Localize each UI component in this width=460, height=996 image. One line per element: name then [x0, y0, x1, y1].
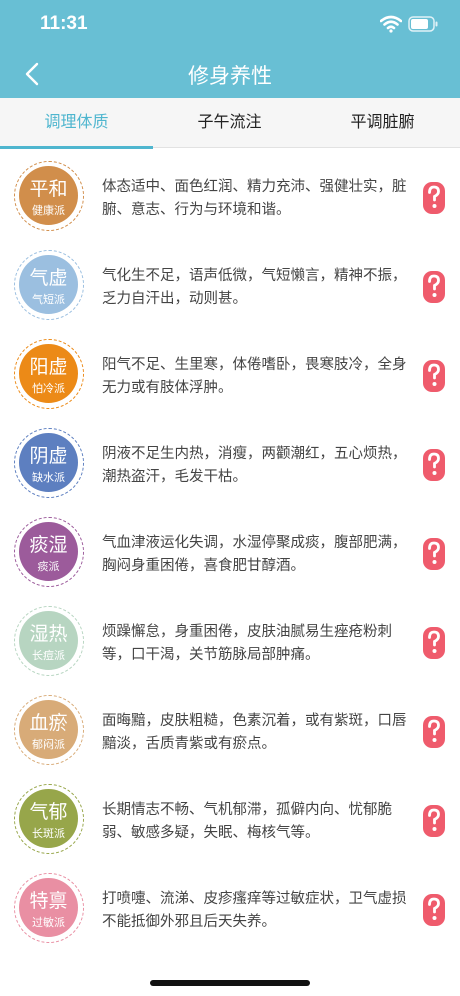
- status-time: 11:31: [40, 13, 88, 34]
- badge-ring: 特禀 过敏派: [14, 873, 84, 943]
- tab-label: 子午流注: [197, 112, 262, 131]
- tab-label: 平调脏腑: [350, 112, 415, 131]
- list-item[interactable]: 血瘀郁闷派 面晦黯，皮肤粗糙，色素沉着，或有紫斑，口唇黯淡，舌质青紫或有瘀点。: [0, 682, 460, 771]
- question-icon[interactable]: [422, 804, 446, 838]
- wifi-icon: [380, 15, 402, 33]
- item-description: 长期情志不畅、气机郁滞，孤僻内向、忧郁脆弱、敏感多疑，失眠、梅核气等。: [102, 802, 392, 841]
- status-bar: 11:31: [0, 0, 460, 50]
- item-description: 阳气不足、生里寒，体倦嗜卧，畏寒肢冷，全身无力或有肢体浮肿。: [102, 357, 407, 396]
- item-description: 阴液不足生内热，消瘦，两颧潮红，五心烦热，潮热盗汗，毛发干枯。: [102, 446, 407, 485]
- constitution-badge: 特禀 过敏派: [19, 878, 78, 937]
- list-item[interactable]: 特禀过敏派 打喷嚏、流涕、皮疹瘙痒等过敏症状，卫气虚损不能抵御外邪且后天失养。: [0, 860, 460, 949]
- question-icon[interactable]: [422, 359, 446, 393]
- badge-title: 平和: [29, 178, 68, 200]
- badge-subtitle: 痰派: [37, 560, 60, 573]
- badge-ring: 阴虚 缺水派: [14, 428, 84, 498]
- list-item[interactable]: 痰湿痰派 气血津液运化失调，水湿停聚成痰，腹部肥满，胸闷身重困倦，喜食肥甘醇酒。: [0, 504, 460, 593]
- badge-title: 气虚: [29, 267, 68, 289]
- badge-title: 气郁: [29, 801, 68, 823]
- question-icon[interactable]: [422, 181, 446, 215]
- badge-title: 痰湿: [29, 534, 68, 556]
- constitution-badge: 阳虚 怕冷派: [19, 344, 78, 403]
- question-icon[interactable]: [422, 537, 446, 571]
- badge-ring: 血瘀 郁闷派: [14, 695, 84, 765]
- constitution-badge: 平和 健康派: [19, 166, 78, 225]
- badge-title: 湿热: [29, 623, 68, 645]
- item-description: 烦躁懈怠，身重困倦，皮肤油腻易生痤疮粉刺等，口干渴，关节筋脉局部肿痛。: [102, 624, 392, 663]
- list-item[interactable]: 气虚气短派 气化生不足，语声低微，气短懒言，精神不振，乏力自汗出，动则甚。: [0, 237, 460, 326]
- list-item[interactable]: 气郁长斑派 长期情志不畅、气机郁滞，孤僻内向、忧郁脆弱、敏感多疑，失眠、梅核气等…: [0, 771, 460, 860]
- badge-subtitle: 长痘派: [32, 649, 65, 662]
- constitution-badge: 湿热 长痘派: [19, 611, 78, 670]
- question-icon[interactable]: [422, 270, 446, 304]
- badge-ring: 气虚 气短派: [14, 250, 84, 320]
- badge-ring: 阳虚 怕冷派: [14, 339, 84, 409]
- item-description: 气化生不足，语声低微，气短懒言，精神不振，乏力自汗出，动则甚。: [102, 268, 407, 307]
- constitution-badge: 阴虚 缺水派: [19, 433, 78, 492]
- list-item[interactable]: 平和健康派 体态适中、面色红润、精力充沛、强健壮实，脏腑、意志、行为与环境和谐。: [0, 148, 460, 237]
- badge-ring: 气郁 长斑派: [14, 784, 84, 854]
- tab-balance-organs[interactable]: 平调脏腑: [306, 98, 459, 148]
- battery-icon: [408, 16, 438, 32]
- badge-subtitle: 郁闷派: [32, 738, 65, 751]
- tab-adjust-constitution[interactable]: 调理体质: [0, 98, 153, 149]
- constitution-badge: 气虚 气短派: [19, 255, 78, 314]
- badge-ring: 湿热 长痘派: [14, 606, 84, 676]
- badge-title: 血瘀: [29, 712, 68, 734]
- list-item[interactable]: 湿热长痘派 烦躁懈怠，身重困倦，皮肤油腻易生痤疮粉刺等，口干渴，关节筋脉局部肿痛…: [0, 593, 460, 682]
- badge-subtitle: 怕冷派: [32, 382, 65, 395]
- list-item[interactable]: 阳虚怕冷派 阳气不足、生里寒，体倦嗜卧，畏寒肢冷，全身无力或有肢体浮肿。: [0, 326, 460, 415]
- question-icon[interactable]: [422, 715, 446, 749]
- header-bar: 11:31 修身养性: [0, 0, 460, 98]
- list-item[interactable]: 阴虚缺水派 阴液不足生内热，消瘦，两颧潮红，五心烦热，潮热盗汗，毛发干枯。: [0, 415, 460, 504]
- item-description: 面晦黯，皮肤粗糙，色素沉着，或有紫斑，口唇黯淡，舌质青紫或有瘀点。: [102, 713, 407, 752]
- badge-subtitle: 缺水派: [32, 471, 65, 484]
- item-description: 体态适中、面色红润、精力充沛、强健壮实，脏腑、意志、行为与环境和谐。: [102, 179, 407, 218]
- question-icon[interactable]: [422, 893, 446, 927]
- constitution-badge: 气郁 长斑派: [19, 789, 78, 848]
- question-icon[interactable]: [422, 448, 446, 482]
- badge-subtitle: 过敏派: [32, 916, 65, 929]
- badge-subtitle: 长斑派: [32, 827, 65, 840]
- tab-bar: 调理体质 子午流注 平调脏腑: [0, 98, 460, 149]
- badge-subtitle: 气短派: [32, 293, 65, 306]
- badge-title: 特禀: [29, 890, 68, 912]
- home-indicator: [150, 980, 310, 986]
- badge-title: 阴虚: [29, 445, 68, 467]
- badge-ring: 平和 健康派: [14, 161, 84, 231]
- item-description: 打喷嚏、流涕、皮疹瘙痒等过敏症状，卫气虚损不能抵御外邪且后天失养。: [102, 891, 407, 930]
- badge-ring: 痰湿 痰派: [14, 517, 84, 587]
- constitution-badge: 血瘀 郁闷派: [19, 700, 78, 759]
- constitution-badge: 痰湿 痰派: [19, 522, 78, 581]
- tab-meridian-clock[interactable]: 子午流注: [153, 98, 306, 148]
- question-icon[interactable]: [422, 626, 446, 660]
- tab-label: 调理体质: [44, 112, 109, 131]
- badge-title: 阳虚: [29, 356, 68, 378]
- page-title: 修身养性: [188, 64, 272, 88]
- badge-subtitle: 健康派: [32, 204, 65, 217]
- item-description: 气血津液运化失调，水湿停聚成痰，腹部肥满，胸闷身重困倦，喜食肥甘醇酒。: [102, 535, 407, 574]
